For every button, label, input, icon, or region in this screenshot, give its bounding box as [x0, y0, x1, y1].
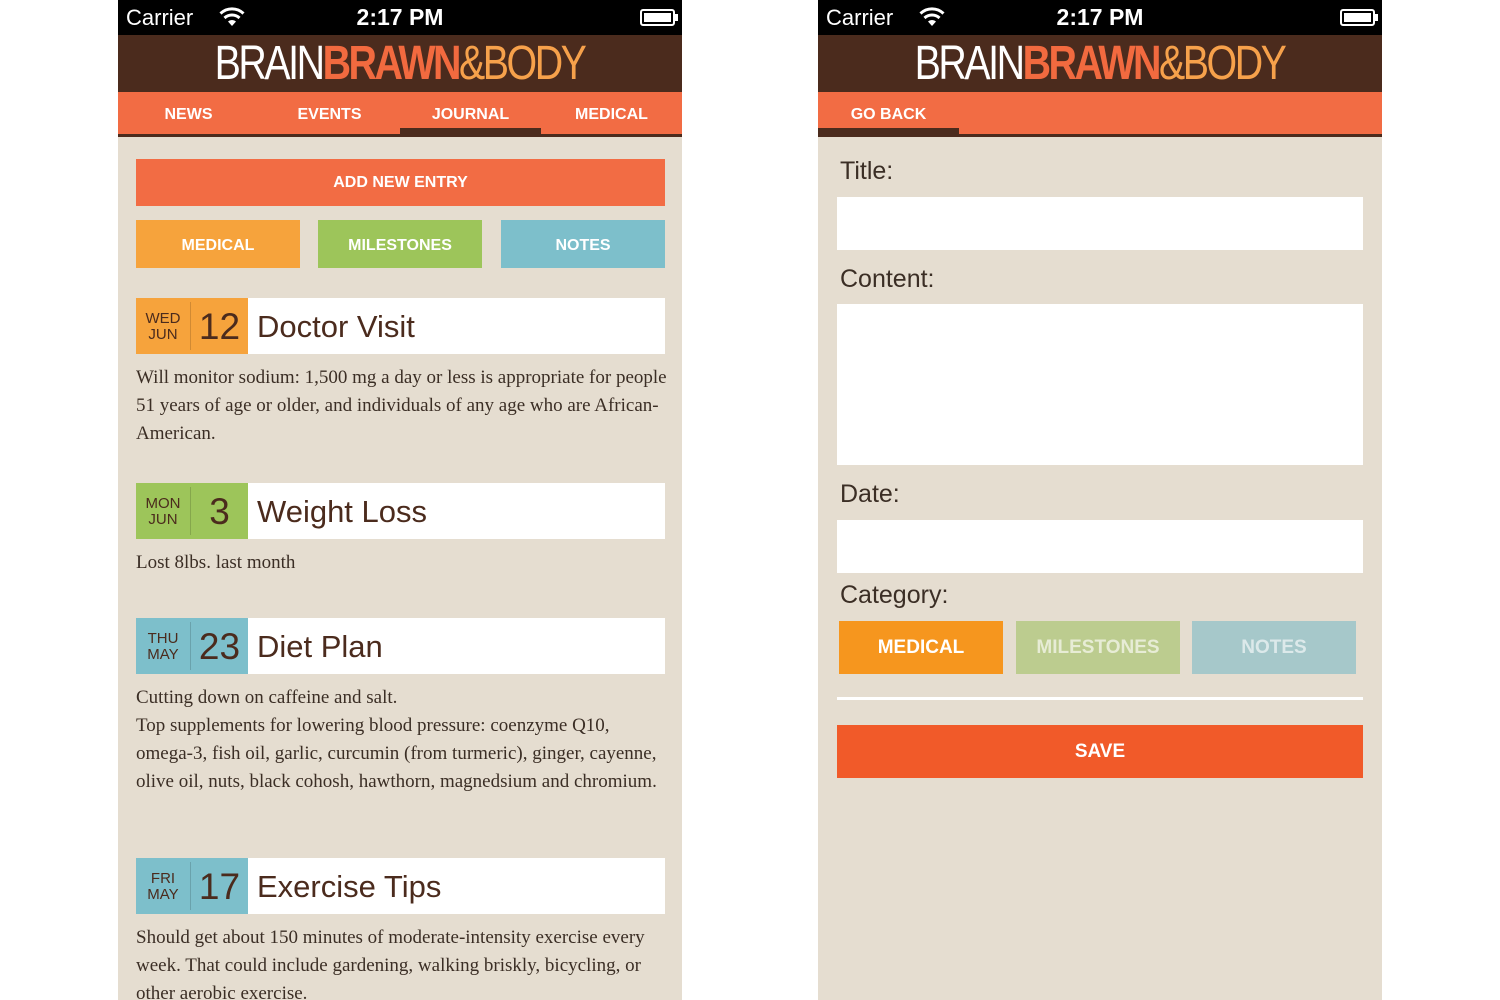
- brand-body: &BODY: [1159, 37, 1287, 90]
- journal-screen: Carrier 2:17 PM BRAINBRAWN&BODY NEWS EVE…: [118, 0, 682, 1000]
- entry-day: 23: [198, 626, 241, 667]
- category-notes-button[interactable]: NOTES: [1192, 621, 1356, 674]
- entry-weekday: FRI: [150, 870, 176, 887]
- nav-bar: GO BACK: [818, 92, 1382, 137]
- journal-entry-header[interactable]: WED JUN 12 Doctor Visit: [136, 298, 665, 354]
- clock: 2:17 PM: [356, 4, 444, 30]
- divider: [837, 697, 1363, 700]
- go-back-button[interactable]: GO BACK: [818, 92, 959, 134]
- entry-month: MAY: [147, 646, 179, 663]
- brand-logo: BRAINBRAWN&BODY: [915, 37, 1287, 90]
- brand-logo: BRAINBRAWN&BODY: [215, 37, 587, 90]
- content-textarea[interactable]: [837, 304, 1363, 465]
- entry-weekday: THU: [147, 630, 179, 647]
- entry-month: JUN: [148, 326, 178, 343]
- brand-header: BRAINBRAWN&BODY: [118, 35, 682, 92]
- journal-entry-header[interactable]: THU MAY 23 Diet Plan: [136, 618, 665, 674]
- content-label: Content:: [840, 265, 935, 293]
- status-bar: Carrier 2:17 PM: [118, 0, 682, 35]
- brand-brawn: BRAWN: [1023, 37, 1162, 90]
- date-label: Date:: [840, 480, 900, 508]
- category-milestones-button[interactable]: MILESTONES: [1016, 621, 1180, 674]
- entry-body: Cutting down on caffeine and salt. Top s…: [136, 687, 657, 792]
- journal-entry-header[interactable]: MON JUN 3 Weight Loss: [136, 483, 665, 539]
- tab-news[interactable]: NEWS: [118, 92, 259, 134]
- tab-events[interactable]: EVENTS: [259, 92, 400, 134]
- journal-entry-header[interactable]: FRI MAY 17 Exercise Tips: [136, 858, 665, 914]
- clock: 2:17 PM: [1056, 4, 1144, 30]
- entry-weekday: WED: [145, 310, 181, 327]
- entry-day: 12: [198, 306, 241, 347]
- entry-month: JUN: [148, 511, 178, 528]
- date-badge: WED JUN 12: [136, 298, 248, 354]
- title-input[interactable]: [837, 197, 1363, 250]
- entry-body: Will monitor sodium: 1,500 mg a day or l…: [136, 367, 667, 444]
- entry-body: Should get about 150 minutes of moderate…: [136, 927, 645, 1000]
- category-medical-button[interactable]: MEDICAL: [839, 621, 1003, 674]
- entry-day: 3: [209, 491, 230, 532]
- filter-milestones-button[interactable]: MILESTONES: [318, 220, 482, 268]
- brand-body: &BODY: [459, 37, 587, 90]
- entry-title: Doctor Visit: [257, 309, 415, 344]
- tab-medical[interactable]: MEDICAL: [541, 92, 682, 134]
- save-button[interactable]: SAVE: [837, 725, 1363, 778]
- nav-bar: NEWS EVENTS JOURNAL MEDICAL: [118, 92, 682, 137]
- add-new-entry-button[interactable]: ADD NEW ENTRY: [136, 159, 665, 206]
- date-input[interactable]: [837, 520, 1363, 573]
- battery-icon: [1340, 9, 1378, 26]
- filter-notes-button[interactable]: NOTES: [501, 220, 665, 268]
- brand-brain: BRAIN: [215, 37, 325, 90]
- brand-header: BRAINBRAWN&BODY: [818, 35, 1382, 92]
- entry-body: Lost 8lbs. last month: [136, 552, 296, 573]
- brand-brawn: BRAWN: [323, 37, 462, 90]
- new-entry-screen: Carrier 2:17 PM BRAINBRAWN&BODY GO BACK …: [818, 0, 1382, 1000]
- brand-brain: BRAIN: [915, 37, 1025, 90]
- date-badge: THU MAY 23: [136, 618, 248, 674]
- date-badge: FRI MAY 17: [136, 858, 248, 914]
- tab-journal[interactable]: JOURNAL: [400, 92, 541, 134]
- entry-weekday: MON: [145, 495, 181, 512]
- entry-title: Diet Plan: [257, 629, 383, 664]
- entry-day: 17: [198, 866, 241, 907]
- category-label: Category:: [840, 581, 949, 609]
- entry-month: MAY: [147, 886, 179, 903]
- status-bar: Carrier 2:17 PM: [818, 0, 1382, 35]
- entry-title: Weight Loss: [257, 494, 428, 529]
- filter-medical-button[interactable]: MEDICAL: [136, 220, 300, 268]
- title-label: Title:: [840, 157, 894, 185]
- entry-title: Exercise Tips: [257, 869, 442, 904]
- date-badge: MON JUN 3: [136, 483, 248, 539]
- battery-icon: [640, 9, 678, 26]
